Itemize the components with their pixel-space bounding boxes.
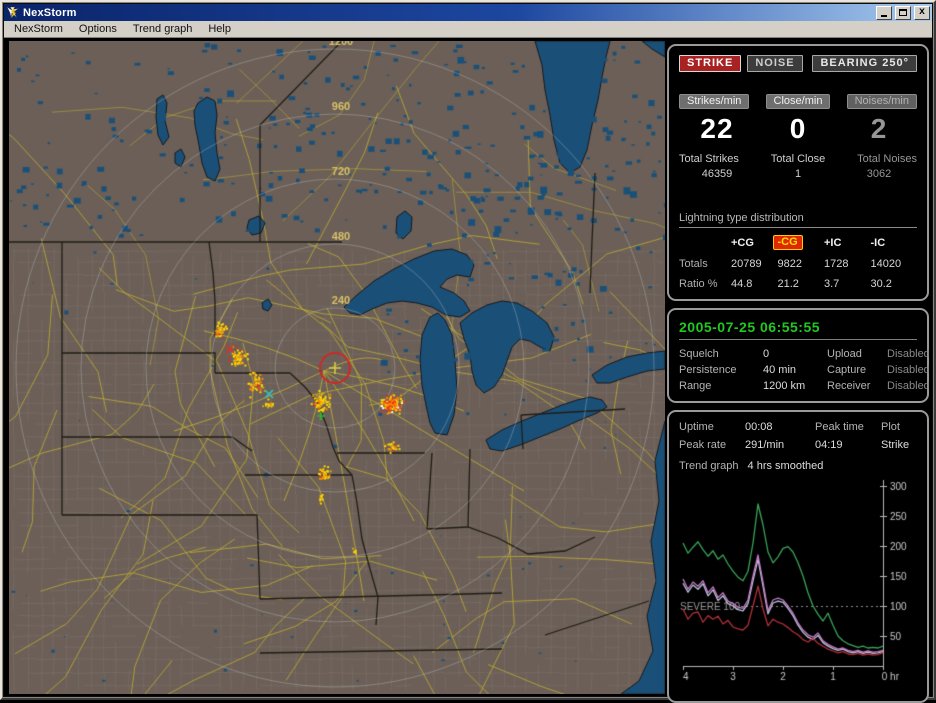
setting-value: Disabled — [887, 380, 930, 392]
setting-value: 0 — [763, 348, 827, 360]
nexstorm-window: NexStorm x NexStormOptionsTrend graphHel… — [0, 0, 936, 700]
menu-item-options[interactable]: Options — [71, 22, 125, 36]
counter-rate: 0 — [790, 113, 807, 145]
rate-counters: Strikes/min 22 Total Strikes 46359 Close/min… — [679, 94, 917, 180]
distribution-table: +CG-CG+IC-IC Totals207899822172814020 Rati… — [679, 235, 917, 290]
distribution-value: 9822 — [778, 258, 825, 270]
maximize-icon — [899, 9, 907, 16]
settings-grid: Squelch0UploadDisabledPersistence40 minC… — [679, 348, 917, 392]
lightning-type-distribution: Lightning type distribution +CG-CG+IC-IC… — [679, 212, 917, 290]
distribution-col-negCG: -CG — [778, 235, 825, 250]
trend-label-row: Trend graph 4 hrs smoothed — [679, 460, 917, 472]
right-panel: STRIKE NOISE BEARING 250° Strikes/min 22 T… — [667, 44, 929, 688]
maximize-button[interactable] — [895, 6, 911, 20]
trend-graph-label: Trend graph — [679, 460, 739, 472]
minimize-button[interactable] — [876, 6, 892, 20]
datetime-display: 2005-07-25 06:55:55 — [679, 319, 917, 340]
minimize-icon — [881, 15, 887, 17]
distribution-value: 3.7 — [824, 278, 871, 290]
distribution-value: 44.8 — [731, 278, 778, 290]
counter-noises-min: Noises/min 2 Total Noises 3062 — [841, 94, 917, 180]
runtime-cell: 00:08 — [745, 421, 815, 433]
runtime-cell: Strike — [881, 439, 917, 451]
counter-total-value: 3062 — [867, 168, 891, 180]
counter-close-min: Close/min 0 Total Close 1 — [760, 94, 836, 180]
setting-label: Receiver — [827, 380, 887, 392]
status-box: 2005-07-25 06:55:55 Squelch0UploadDisabl… — [667, 308, 929, 403]
runtime-cell: 04:19 — [815, 439, 881, 451]
menu-bar: NexStormOptionsTrend graphHelp — [4, 21, 932, 38]
counter-rate: 2 — [871, 113, 888, 145]
window-title: NexStorm — [23, 7, 873, 19]
runtime-grid: Uptime00:08Peak timePlot Peak rate291/min… — [679, 421, 917, 451]
counter-badge: Strikes/min — [679, 94, 749, 109]
strike-indicator[interactable]: STRIKE — [679, 55, 741, 72]
close-button[interactable]: x — [914, 6, 930, 20]
strike-counter-box: STRIKE NOISE BEARING 250° Strikes/min 22 T… — [667, 44, 929, 301]
counter-rate: 22 — [700, 113, 733, 145]
noise-indicator[interactable]: NOISE — [747, 55, 802, 72]
distribution-col-negIC: -IC — [871, 237, 918, 249]
distribution-title: Lightning type distribution — [679, 212, 917, 228]
counter-total-label: Total Noises — [857, 153, 917, 165]
distribution-col-posIC: +IC — [824, 237, 871, 249]
runtime-cell: Plot — [881, 421, 917, 433]
setting-label: Squelch — [679, 348, 763, 360]
setting-label: Capture — [827, 364, 887, 376]
app-lightning-icon — [6, 6, 20, 19]
close-icon: x — [919, 7, 925, 19]
trend-graph-chart — [679, 476, 917, 692]
indicator-row: STRIKE NOISE BEARING 250° — [679, 55, 917, 72]
lightning-map[interactable] — [9, 41, 665, 694]
distribution-row-label: Ratio % — [679, 278, 731, 290]
counter-total-value: 1 — [795, 168, 801, 180]
setting-label: Range — [679, 380, 763, 392]
distribution-value: 14020 — [871, 258, 918, 270]
menu-item-trend-graph[interactable]: Trend graph — [125, 22, 201, 36]
setting-label: Persistence — [679, 364, 763, 376]
setting-value: 1200 km — [763, 380, 827, 392]
distribution-row-label: Totals — [679, 258, 731, 270]
counter-total-value: 46359 — [702, 168, 733, 180]
setting-label: Upload — [827, 348, 887, 360]
distribution-value: 21.2 — [778, 278, 825, 290]
setting-value: Disabled — [887, 348, 930, 360]
menu-item-help[interactable]: Help — [200, 22, 239, 36]
counter-badge: Noises/min — [847, 94, 917, 109]
counter-strikes-min: Strikes/min 22 Total Strikes 46359 — [679, 94, 755, 180]
runtime-cell: Peak rate — [679, 439, 745, 451]
trend-box: Uptime00:08Peak timePlot Peak rate291/min… — [667, 410, 929, 703]
counter-total-label: Total Strikes — [679, 153, 739, 165]
bearing-indicator: BEARING 250° — [812, 55, 917, 72]
menu-item-nexstorm[interactable]: NexStorm — [6, 22, 71, 36]
distribution-value: 1728 — [824, 258, 871, 270]
setting-value: 40 min — [763, 364, 827, 376]
counter-total-label: Total Close — [771, 153, 825, 165]
counter-badge: Close/min — [766, 94, 831, 109]
distribution-value: 20789 — [731, 258, 778, 270]
trend-graph-mode: 4 hrs smoothed — [748, 460, 824, 472]
distribution-col-posCG: +CG — [731, 237, 778, 249]
distribution-value: 30.2 — [871, 278, 918, 290]
runtime-cell: Uptime — [679, 421, 745, 433]
setting-value: Disabled — [887, 364, 930, 376]
client-area: STRIKE NOISE BEARING 250° Strikes/min 22 T… — [4, 38, 932, 696]
runtime-cell: 291/min — [745, 439, 815, 451]
runtime-cell: Peak time — [815, 421, 881, 433]
title-bar[interactable]: NexStorm x — [4, 4, 932, 21]
